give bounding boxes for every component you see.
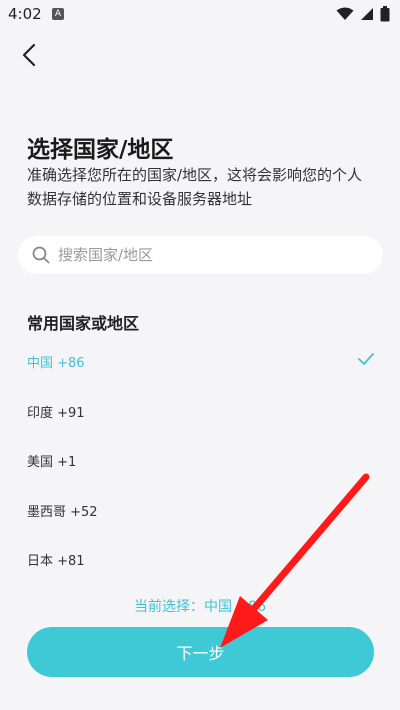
region-label: 日本 +81 — [27, 554, 85, 570]
signal-icon — [361, 8, 373, 20]
page-title: 选择国家/地区 — [27, 137, 174, 163]
notification-icon: A — [52, 8, 64, 20]
battery-icon — [380, 6, 390, 22]
region-item-usa[interactable]: 美国 +1 — [0, 436, 400, 486]
back-button[interactable] — [14, 40, 44, 70]
region-item-china[interactable]: 中国 +86 — [0, 337, 400, 387]
current-selection: 当前选择：中国 +86 — [134, 599, 266, 615]
section-title: 常用国家或地区 — [27, 314, 140, 333]
region-item-japan[interactable]: 日本 +81 — [0, 535, 400, 585]
page-description: 准确选择您所在的国家/地区，这将会影响您的个人数据存储的位置和设备服务器地址 — [27, 166, 363, 208]
search-box[interactable] — [18, 236, 383, 274]
search-input[interactable] — [58, 246, 358, 264]
region-label: 美国 +1 — [27, 455, 77, 471]
next-button[interactable]: 下一步 — [27, 627, 374, 677]
chevron-left-icon — [22, 43, 36, 67]
region-label: 墨西哥 +52 — [27, 504, 98, 520]
wifi-icon — [336, 7, 354, 20]
region-list: 中国 +86 印度 +91 美国 +1 墨西哥 +52 日本 +81 — [0, 337, 400, 585]
region-label: 印度 +91 — [27, 405, 85, 421]
screen: 4:02 A 选择国家/地区 准确选择您所在的国家/地区，这将会影响您的个人数据… — [0, 0, 400, 710]
region-item-mexico[interactable]: 墨西哥 +52 — [0, 486, 400, 536]
status-bar: 4:02 A — [0, 0, 400, 28]
check-icon — [358, 353, 374, 365]
search-icon — [32, 246, 50, 264]
region-item-india[interactable]: 印度 +91 — [0, 387, 400, 437]
status-time: 4:02 — [8, 5, 42, 23]
status-icons — [336, 6, 390, 22]
region-label: 中国 +86 — [27, 356, 85, 372]
